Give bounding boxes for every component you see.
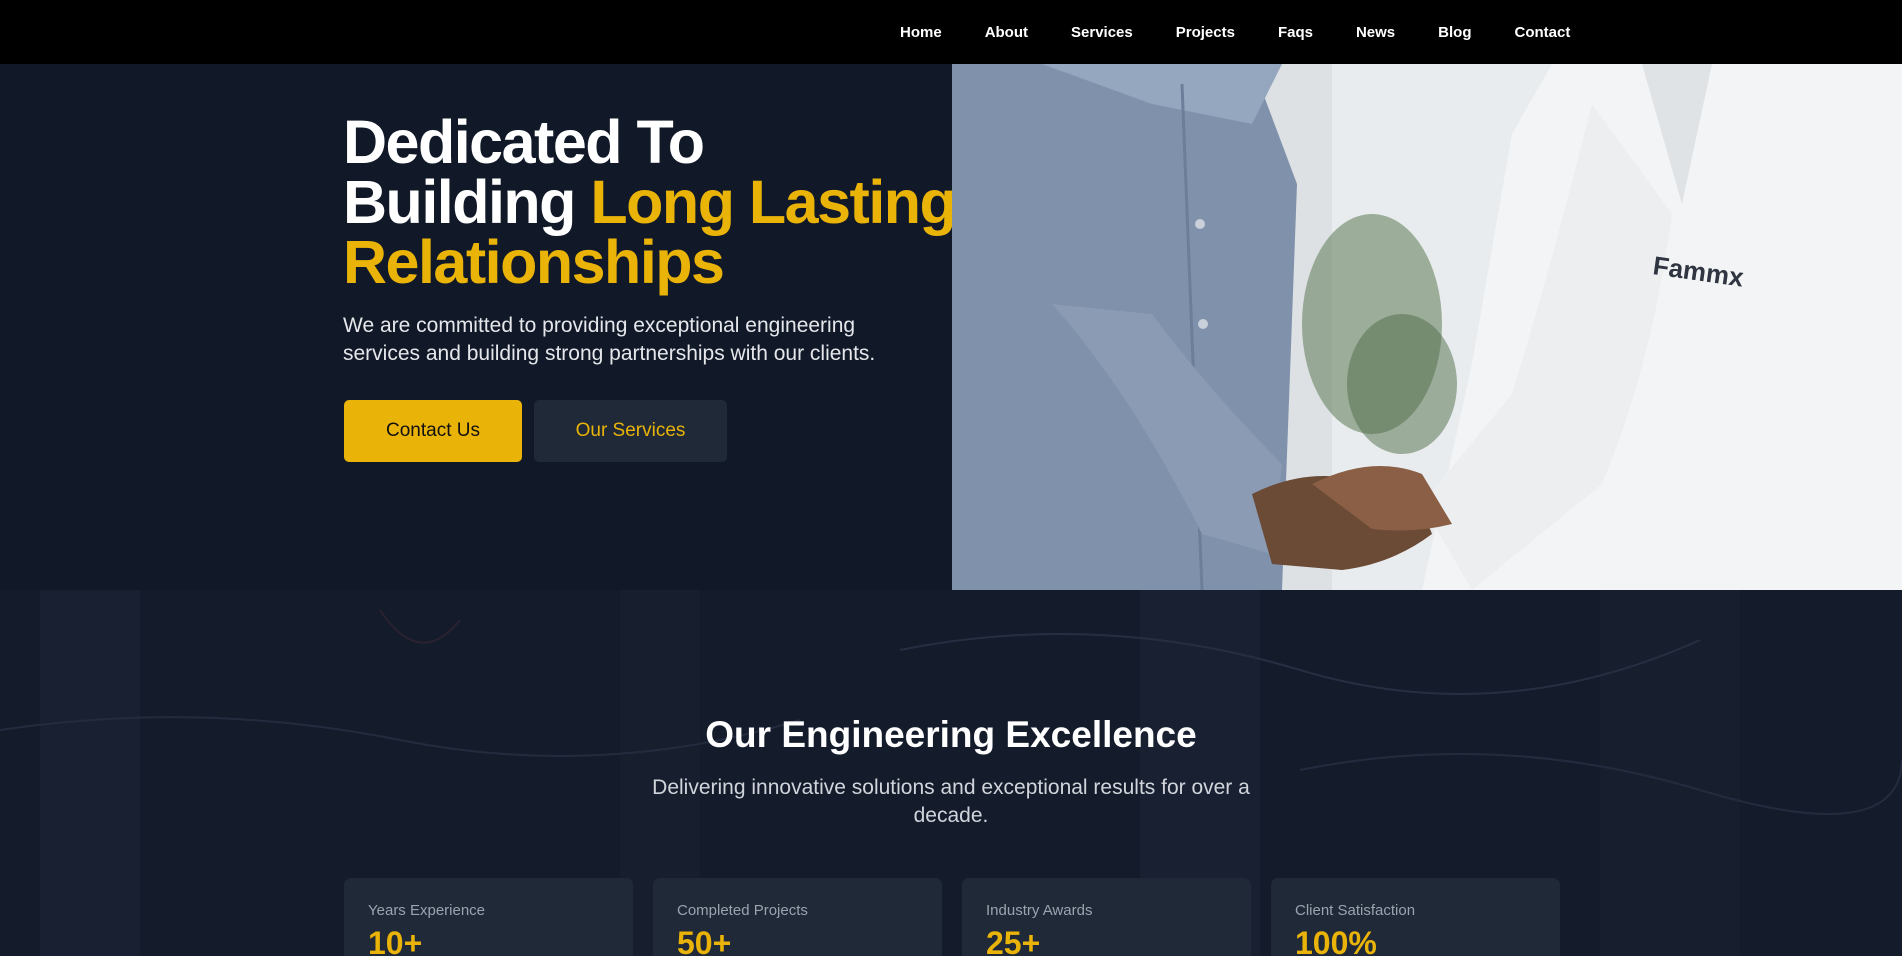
hero-title-accent: Long Lasting xyxy=(590,168,956,236)
hero-title-line2: Building xyxy=(343,168,576,236)
stat-label: Industry Awards xyxy=(986,902,1093,919)
stat-value: 25+ xyxy=(986,925,1041,956)
our-services-button[interactable]: Our Services xyxy=(534,400,727,462)
hero-title-line3: Relationships xyxy=(343,228,725,296)
hero-section: Dedicated To Building Long Lasting Relatio… xyxy=(0,64,1902,590)
handshake-illustration: Fammx xyxy=(952,64,1902,590)
section-title: Our Engineering Excellence xyxy=(705,714,1197,755)
stat-value: 50+ xyxy=(677,925,732,956)
nav-about-link[interactable]: About xyxy=(985,24,1028,41)
nav-faqs-link[interactable]: Faqs xyxy=(1278,24,1313,41)
section-subtitle: Delivering innovative solutions and exce… xyxy=(652,776,1250,827)
server-background-pattern xyxy=(0,590,1902,956)
engineering-excellence-section: Our Engineering Excellence Delivering in… xyxy=(0,590,1902,956)
nav-news-link[interactable]: News xyxy=(1356,24,1395,41)
nav-projects-link[interactable]: Projects xyxy=(1176,24,1235,41)
nav-home-link[interactable]: Home xyxy=(900,24,942,41)
stat-card-satisfaction: Client Satisfaction 100% xyxy=(1271,878,1560,956)
stat-value: 10+ xyxy=(368,925,423,956)
stat-value: 100% xyxy=(1295,925,1377,956)
stat-card-projects: Completed Projects 50+ xyxy=(653,878,942,956)
handshake-image: Fammx xyxy=(952,64,1902,590)
nav-blog-link[interactable]: Blog xyxy=(1438,24,1471,41)
hero-title-line1: Dedicated To xyxy=(343,108,705,176)
stat-label: Completed Projects xyxy=(677,902,808,919)
contact-us-button[interactable]: Contact Us xyxy=(344,400,522,462)
stat-label: Years Experience xyxy=(368,902,486,919)
stat-label: Client Satisfaction xyxy=(1295,902,1416,919)
stat-card-years: Years Experience 10+ xyxy=(344,878,633,956)
nav-services-link[interactable]: Services xyxy=(1071,24,1133,41)
stat-card-awards: Industry Awards 25+ xyxy=(962,878,1251,956)
main-nav: Home About Services Projects Faqs News B… xyxy=(900,0,1570,64)
hero-title: Dedicated To Building Long Lasting Relatio… xyxy=(343,112,983,293)
nav-contact-link[interactable]: Contact xyxy=(1514,24,1570,41)
hero-description: We are committed to providing exceptiona… xyxy=(343,314,876,365)
top-navbar: Home About Services Projects Faqs News B… xyxy=(0,0,1902,64)
